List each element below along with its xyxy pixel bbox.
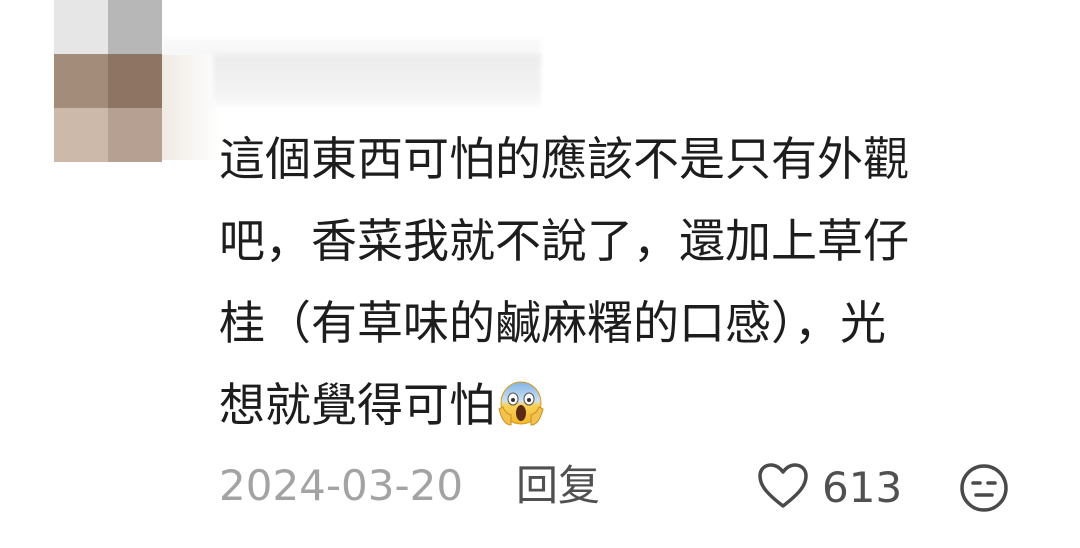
comment-line-text: 想就覺得可怕 [219, 378, 495, 432]
avatar-blur-edge [160, 55, 220, 160]
username-blurred[interactable] [213, 54, 541, 106]
comment-line-last: 想就覺得可怕 [219, 364, 1019, 446]
heart-outline-icon [756, 462, 810, 514]
like-count: 613 [822, 463, 903, 512]
comment-text: 這個東西可怕的應該不是只有外觀 吧，香菜我就不說了，還加上草仔 桂（有草味的鹹麻… [219, 118, 1019, 446]
comment-line: 吧，香菜我就不說了，還加上草仔 [219, 214, 909, 268]
dislike-button[interactable] [958, 462, 1010, 514]
avatar-pixel [54, 54, 108, 108]
avatar-pixel [54, 108, 108, 162]
avatar-pixel [108, 0, 162, 54]
avatar[interactable] [54, 0, 162, 162]
unamused-face-icon [958, 464, 1010, 518]
comment-line: 桂（有草味的鹹麻糬的口感），光 [219, 296, 886, 350]
avatar-pixel [108, 108, 162, 162]
reply-button[interactable]: 回复 [516, 460, 600, 512]
comment-item: 這個東西可怕的應該不是只有外觀 吧，香菜我就不說了，還加上草仔 桂（有草味的鹹麻… [0, 0, 1080, 548]
avatar-pixel [54, 0, 108, 54]
comment-line: 這個東西可怕的應該不是只有外觀 [219, 132, 909, 186]
comment-date: 2024-03-20 [219, 461, 464, 510]
screaming-face-emoji [497, 372, 545, 426]
like-button[interactable]: 613 [756, 462, 902, 514]
avatar-pixel [108, 54, 162, 108]
